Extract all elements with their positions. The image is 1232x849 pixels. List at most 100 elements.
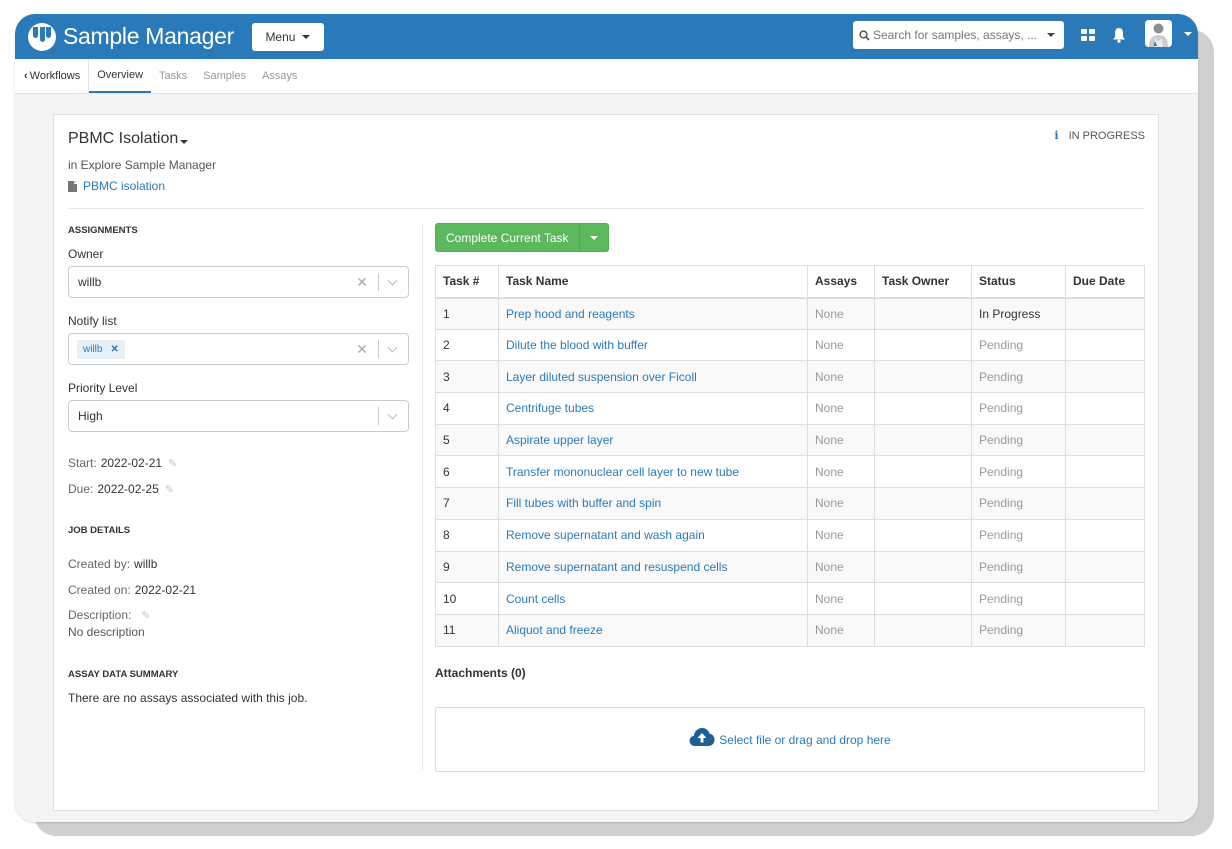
task-owner-cell bbox=[874, 518, 972, 552]
job-status: i IN PROGRESS bbox=[1054, 129, 1145, 142]
priority-level-select[interactable]: High bbox=[68, 400, 409, 432]
owner-label: Owner bbox=[68, 247, 104, 261]
description: Description: ✎ bbox=[68, 608, 151, 622]
task-row: 7 Fill tubes with buffer and spin None Pend… bbox=[435, 487, 1145, 520]
assignments-heading: ASSIGNMENTS bbox=[68, 225, 138, 236]
task-name-link[interactable]: Remove supernatant and resuspend cells bbox=[498, 550, 808, 584]
task-status-cell: Pending bbox=[971, 550, 1066, 584]
notify-chip: willb ✕ bbox=[77, 339, 125, 359]
job-overview-panel: PBMC Isolation in Explore Sample Manager… bbox=[53, 114, 1159, 811]
protocol-link[interactable]: PBMC isolation bbox=[68, 179, 165, 193]
notify-list-select[interactable]: willb ✕ ✕ bbox=[68, 333, 409, 365]
task-assays-cell: None bbox=[807, 455, 875, 489]
task-due-date-cell bbox=[1065, 423, 1145, 457]
app-logo[interactable]: Sample Manager bbox=[28, 22, 234, 51]
search-scope-dropdown-icon[interactable] bbox=[1047, 33, 1055, 37]
task-status-cell: Pending bbox=[971, 360, 1066, 394]
task-due-date-cell bbox=[1065, 518, 1145, 552]
column-header-task-name[interactable]: Task Name bbox=[498, 265, 808, 299]
task-name-link[interactable]: Fill tubes with buffer and spin bbox=[498, 487, 808, 520]
task-name-link[interactable]: Dilute the blood with buffer bbox=[498, 328, 808, 362]
tasks-table-header: Task # Task Name Assays Task Owner Statu… bbox=[435, 265, 1145, 299]
tab-tasks[interactable]: Tasks bbox=[151, 59, 195, 93]
task-number-cell: 7 bbox=[435, 487, 499, 520]
task-status-cell: Pending bbox=[971, 613, 1066, 647]
apps-grid-icon[interactable] bbox=[1081, 29, 1095, 42]
due-value: 2022-02-25 bbox=[97, 482, 159, 496]
task-number-cell: 9 bbox=[435, 550, 499, 584]
task-number-cell: 10 bbox=[435, 582, 499, 615]
info-icon[interactable]: i bbox=[1054, 129, 1058, 142]
column-header-due-date[interactable]: Due Date bbox=[1065, 265, 1145, 299]
task-status-cell: Pending bbox=[971, 423, 1066, 457]
top-navbar: Sample Manager Menu Search for samples, … bbox=[15, 14, 1198, 59]
edit-pencil-icon[interactable]: ✎ bbox=[141, 609, 150, 622]
app-window: Sample Manager Menu Search for samples, … bbox=[15, 14, 1198, 822]
task-name-link[interactable]: Aspirate upper layer bbox=[498, 423, 808, 457]
task-assays-cell: None bbox=[807, 613, 875, 647]
complete-current-task-button[interactable]: Complete Current Task bbox=[436, 224, 579, 251]
task-owner-cell bbox=[874, 582, 972, 615]
chevron-down-icon[interactable] bbox=[386, 342, 400, 356]
task-row: 6 Transfer mononuclear cell layer to new … bbox=[435, 455, 1145, 489]
task-name-link[interactable]: Centrifuge tubes bbox=[498, 392, 808, 425]
column-header-status[interactable]: Status bbox=[971, 265, 1066, 299]
column-header-assays[interactable]: Assays bbox=[807, 265, 875, 299]
task-row: 11 Aliquot and freeze None Pending bbox=[435, 613, 1145, 647]
created-on-value: 2022-02-21 bbox=[134, 583, 197, 597]
select-separator bbox=[378, 407, 379, 425]
attachments-heading: Attachments (0) bbox=[435, 666, 526, 680]
menu-button[interactable]: Menu bbox=[251, 22, 324, 51]
notifications-bell-icon[interactable] bbox=[1112, 27, 1126, 43]
job-title-dropdown[interactable]: PBMC Isolation bbox=[68, 130, 189, 148]
search-placeholder: Search for samples, assays, ... bbox=[873, 28, 1038, 42]
user-avatar[interactable] bbox=[1145, 20, 1172, 47]
task-assays-cell: None bbox=[807, 392, 875, 425]
chevron-down-icon[interactable] bbox=[386, 275, 400, 289]
clear-icon[interactable]: ✕ bbox=[352, 274, 372, 291]
tab-assays[interactable]: Assays bbox=[254, 59, 305, 93]
task-assays-cell: None bbox=[807, 487, 875, 520]
task-assays-cell: None bbox=[807, 360, 875, 394]
search-input[interactable]: Search for samples, assays, ... bbox=[853, 21, 1064, 49]
task-name-link[interactable]: Transfer mononuclear cell layer to new t… bbox=[498, 455, 808, 489]
back-to-workflows-link[interactable]: ‹ Workflows bbox=[15, 59, 90, 93]
task-name-link[interactable]: Count cells bbox=[498, 582, 808, 615]
priority-value: High bbox=[78, 409, 103, 423]
tab-samples[interactable]: Samples bbox=[195, 59, 254, 93]
document-icon bbox=[68, 180, 77, 192]
task-due-date-cell bbox=[1065, 582, 1145, 615]
chevron-down-icon[interactable] bbox=[386, 409, 400, 423]
edit-pencil-icon[interactable]: ✎ bbox=[165, 483, 174, 496]
task-row: 2 Dilute the blood with buffer None Pending bbox=[435, 328, 1145, 362]
task-number-cell: 4 bbox=[435, 392, 499, 425]
owner-select[interactable]: willb ✕ bbox=[68, 266, 409, 298]
task-assays-cell: None bbox=[807, 518, 875, 552]
task-name-link[interactable]: Prep hood and reagents bbox=[498, 297, 808, 330]
back-label: Workflows bbox=[29, 70, 81, 82]
description-value: No description bbox=[68, 625, 145, 639]
clear-icon[interactable]: ✕ bbox=[352, 341, 372, 358]
assay-summary-heading: ASSAY DATA SUMMARY bbox=[68, 669, 179, 680]
start-date: Start: 2022-02-21 ✎ bbox=[68, 456, 177, 470]
user-menu-caret-icon[interactable] bbox=[1184, 32, 1192, 36]
column-header-task-owner[interactable]: Task Owner bbox=[874, 265, 972, 299]
task-name-link[interactable]: Layer diluted suspension over Ficoll bbox=[498, 360, 808, 394]
start-label: Start: bbox=[68, 456, 97, 470]
task-owner-cell bbox=[874, 423, 972, 457]
column-divider bbox=[422, 225, 423, 770]
priority-level-label: Priority Level bbox=[68, 381, 138, 395]
caret-down-icon bbox=[180, 140, 189, 144]
file-dropzone[interactable]: Select file or drag and drop here bbox=[435, 707, 1145, 772]
dropzone-text: Select file or drag and drop here bbox=[719, 732, 891, 747]
edit-pencil-icon[interactable]: ✎ bbox=[168, 457, 177, 470]
task-status-cell: Pending bbox=[971, 392, 1066, 425]
tab-overview[interactable]: Overview bbox=[89, 59, 152, 93]
column-header-task-num[interactable]: Task # bbox=[435, 265, 499, 299]
task-name-link[interactable]: Remove supernatant and wash again bbox=[498, 518, 808, 552]
sample-manager-logo-icon bbox=[28, 22, 56, 51]
complete-task-dropdown-toggle[interactable] bbox=[578, 224, 608, 251]
task-assays-cell: None bbox=[807, 423, 875, 457]
remove-chip-icon[interactable]: ✕ bbox=[110, 344, 118, 355]
task-name-link[interactable]: Aliquot and freeze bbox=[498, 613, 808, 647]
